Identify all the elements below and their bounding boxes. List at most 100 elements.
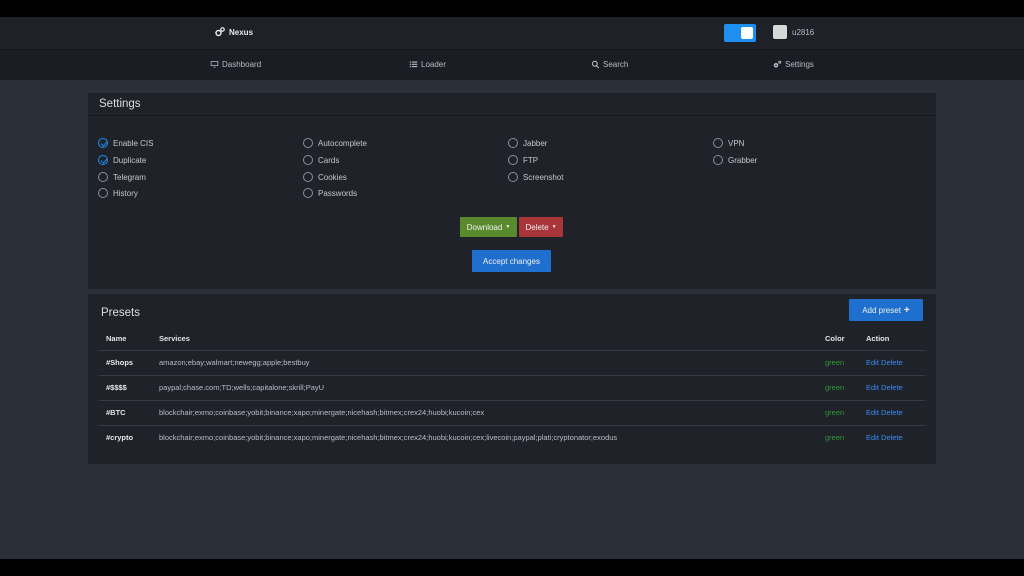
settings-title: Settings <box>88 93 936 116</box>
search-icon <box>591 60 600 69</box>
preset-actions: Edit Delete <box>859 374 925 400</box>
option-label: Jabber <box>523 138 548 148</box>
option-label: Screenshot <box>523 172 564 182</box>
nav-loader-label: Loader <box>421 60 446 69</box>
option-duplicate[interactable]: Duplicate <box>98 155 146 165</box>
radio-icon[interactable] <box>98 172 108 182</box>
app-frame: Nexus u2816 Dashboard Loader Search Sett… <box>0 17 1024 559</box>
radio-icon[interactable] <box>508 155 518 165</box>
nav-dashboard[interactable]: Dashboard <box>210 60 261 69</box>
option-grabber[interactable]: Grabber <box>713 155 757 165</box>
presets-panel: Presets Add preset + Name Services Color… <box>88 294 936 464</box>
plus-icon: + <box>903 304 910 316</box>
option-screenshot[interactable]: Screenshot <box>508 172 563 182</box>
preset-actions: Edit Delete <box>859 399 925 425</box>
option-label: Passwords <box>318 188 358 198</box>
column-header-action: Action <box>866 334 890 344</box>
preset-actions: Edit Delete <box>859 424 925 450</box>
delete-label: Delete <box>525 222 549 232</box>
checked-icon[interactable] <box>98 138 108 148</box>
radio-icon[interactable] <box>713 155 723 165</box>
caret-down-icon: ▼ <box>505 224 511 230</box>
table-row: #Shops amazon;ebay;walmart;newegg;apple;… <box>99 349 925 375</box>
option-label: Cookies <box>318 172 347 182</box>
option-autocomplete[interactable]: Autocomplete <box>303 138 367 148</box>
radio-icon[interactable] <box>508 138 518 148</box>
edit-link[interactable]: Edit <box>866 433 879 442</box>
option-label: VPN <box>728 138 745 148</box>
table-header-row: Name Services Color Action <box>99 328 925 350</box>
delete-link[interactable]: Delete <box>881 433 903 442</box>
column-header-name: Name <box>106 334 127 344</box>
top-bar: Nexus u2816 <box>0 17 1024 49</box>
delete-button[interactable]: Delete ▼ <box>519 217 563 237</box>
nav-loader[interactable]: Loader <box>409 60 446 69</box>
theme-toggle[interactable] <box>724 24 756 42</box>
delete-link[interactable]: Delete <box>881 383 903 392</box>
radio-icon[interactable] <box>303 138 313 148</box>
edit-link[interactable]: Edit <box>866 383 879 392</box>
option-label: Duplicate <box>113 155 147 165</box>
brand-logo[interactable]: Nexus <box>214 26 253 38</box>
option-ftp[interactable]: FTP <box>508 155 538 165</box>
avatar <box>773 25 787 39</box>
add-preset-label: Add preset <box>862 305 901 315</box>
preset-color: green <box>818 374 859 400</box>
accept-changes-button[interactable]: Accept changes <box>472 250 551 272</box>
table-row: #$$$$ paypal;chase.com;TD;wells;capitalo… <box>99 374 925 400</box>
delete-link[interactable]: Delete <box>881 358 903 367</box>
preset-services: blockchair;exmo;coinbase;yobit;binance;x… <box>152 424 818 450</box>
radio-icon[interactable] <box>303 188 313 198</box>
preset-color: green <box>818 399 859 425</box>
toggle-knob <box>741 27 753 39</box>
option-cookies[interactable]: Cookies <box>303 172 347 182</box>
option-label: History <box>113 188 138 198</box>
column-header-services: Services <box>159 334 190 344</box>
cogs-icon <box>773 60 782 68</box>
list-icon <box>409 61 418 68</box>
edit-link[interactable]: Edit <box>866 408 879 417</box>
delete-link[interactable]: Delete <box>881 408 903 417</box>
table-row: #crypto blockchair;exmo;coinbase;yobit;b… <box>99 424 925 450</box>
radio-icon[interactable] <box>98 188 108 198</box>
preset-color: green <box>818 349 859 375</box>
option-jabber[interactable]: Jabber <box>508 138 547 148</box>
radio-icon[interactable] <box>713 138 723 148</box>
preset-name: #BTC <box>99 399 152 425</box>
option-cards[interactable]: Cards <box>303 155 339 165</box>
brand-name: Nexus <box>229 27 254 37</box>
edit-link[interactable]: Edit <box>866 358 879 367</box>
download-label: Download <box>466 222 503 232</box>
gears-icon <box>215 27 225 37</box>
option-vpn[interactable]: VPN <box>713 138 744 148</box>
radio-icon[interactable] <box>303 172 313 182</box>
nav-settings[interactable]: Settings <box>773 60 814 69</box>
add-preset-button[interactable]: Add preset + <box>849 299 923 321</box>
nav-settings-label: Settings <box>785 60 814 69</box>
option-label: Grabber <box>728 155 758 165</box>
option-label: FTP <box>523 155 539 165</box>
column-header-color: Color <box>825 334 845 344</box>
option-history[interactable]: History <box>98 188 138 198</box>
radio-icon[interactable] <box>303 155 313 165</box>
preset-color: green <box>818 424 859 450</box>
nav-search[interactable]: Search <box>591 60 628 69</box>
option-enable-cis[interactable]: Enable CIS <box>98 138 153 148</box>
option-label: Telegram <box>113 172 146 182</box>
nav-dashboard-label: Dashboard <box>222 60 262 69</box>
option-passwords[interactable]: Passwords <box>303 188 357 198</box>
option-label: Autocomplete <box>318 138 367 148</box>
presets-table: Name Services Color Action #Shops amazon… <box>99 328 925 450</box>
radio-icon[interactable] <box>508 172 518 182</box>
option-telegram[interactable]: Telegram <box>98 172 146 182</box>
caret-down-icon: ▼ <box>551 224 557 230</box>
nav-search-label: Search <box>603 60 629 69</box>
preset-name: #$$$$ <box>99 374 152 400</box>
checked-icon[interactable] <box>98 155 108 165</box>
preset-services: amazon;ebay;walmart;newegg;apple;bestbuy <box>152 349 818 375</box>
presets-title: Presets <box>101 307 140 319</box>
download-button[interactable]: Download ▼ <box>460 217 517 237</box>
preset-actions: Edit Delete <box>859 349 925 375</box>
preset-name: #Shops <box>99 349 152 375</box>
user-menu[interactable]: u2816 <box>773 25 814 39</box>
